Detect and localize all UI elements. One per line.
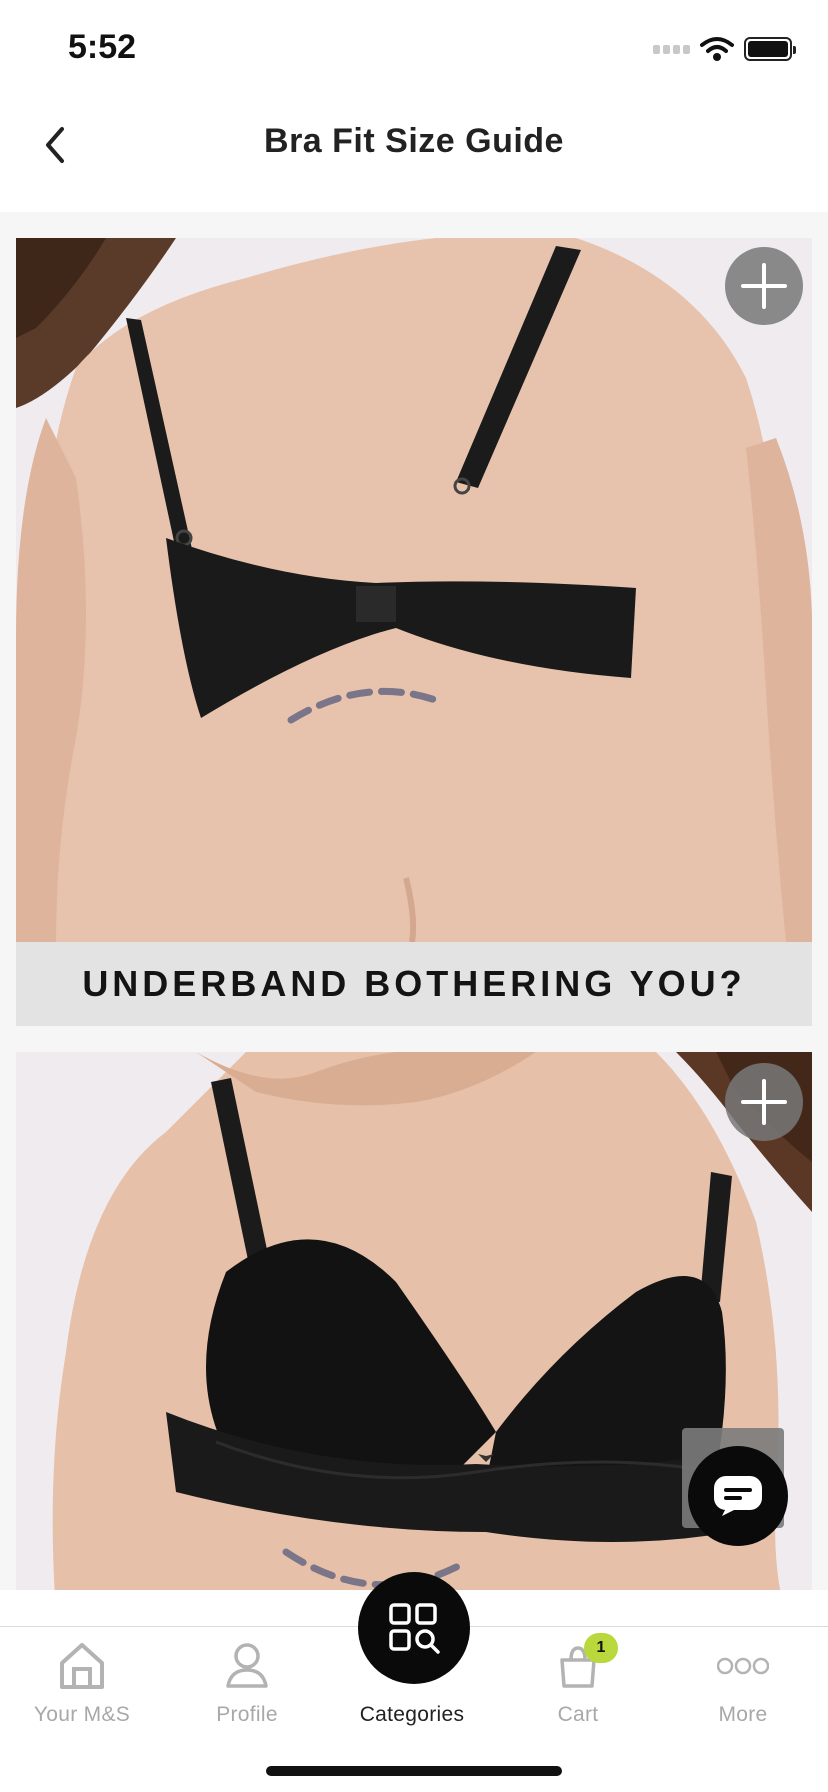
status-time: 5:52 <box>68 28 137 66</box>
nav-label-categories: Categories <box>359 1703 465 1726</box>
battery-icon <box>744 37 796 61</box>
page-title: Bra Fit Size Guide <box>264 122 564 160</box>
chat-button[interactable] <box>688 1446 788 1546</box>
underband-card: UNDERBAND BOTHERING YOU? <box>16 238 812 1026</box>
profile-icon <box>225 1637 269 1695</box>
cart-icon: 1 <box>556 1633 618 1695</box>
nav-label-profile: Profile <box>216 1703 278 1726</box>
header: Bra Fit Size Guide <box>0 100 828 212</box>
more-dots-icon <box>717 1637 769 1695</box>
nav-label-cart: Cart <box>557 1703 599 1726</box>
nav-item-your-ms[interactable]: Your M&S <box>7 1627 157 1747</box>
categories-button[interactable] <box>358 1572 470 1684</box>
home-indicator <box>266 1766 562 1776</box>
status-bar: 5:52 <box>0 0 828 100</box>
caption-bar: UNDERBAND BOTHERING YOU? <box>16 942 812 1026</box>
status-icons <box>653 36 796 62</box>
nav-label-your-ms: Your M&S <box>33 1703 131 1726</box>
nav-item-profile[interactable]: Profile <box>172 1627 322 1747</box>
back-view-image <box>16 238 812 942</box>
categories-search-icon <box>389 1603 440 1654</box>
nav-item-cart[interactable]: 1 Cart <box>503 1627 653 1747</box>
card-caption: UNDERBAND BOTHERING YOU? <box>82 963 746 1004</box>
expand-plus-button-2[interactable] <box>725 1063 803 1141</box>
wifi-icon <box>700 37 734 61</box>
cellular-signal-icon <box>653 44 690 54</box>
expand-plus-button[interactable] <box>725 247 803 325</box>
guide-content[interactable]: UNDERBAND BOTHERING YOU? <box>0 212 828 1590</box>
cart-count-badge: 1 <box>584 1633 618 1663</box>
home-icon <box>58 1637 106 1695</box>
nav-item-more[interactable]: More <box>668 1627 818 1747</box>
nav-label-more: More <box>718 1703 768 1726</box>
chat-bubble-icon <box>714 1476 762 1516</box>
